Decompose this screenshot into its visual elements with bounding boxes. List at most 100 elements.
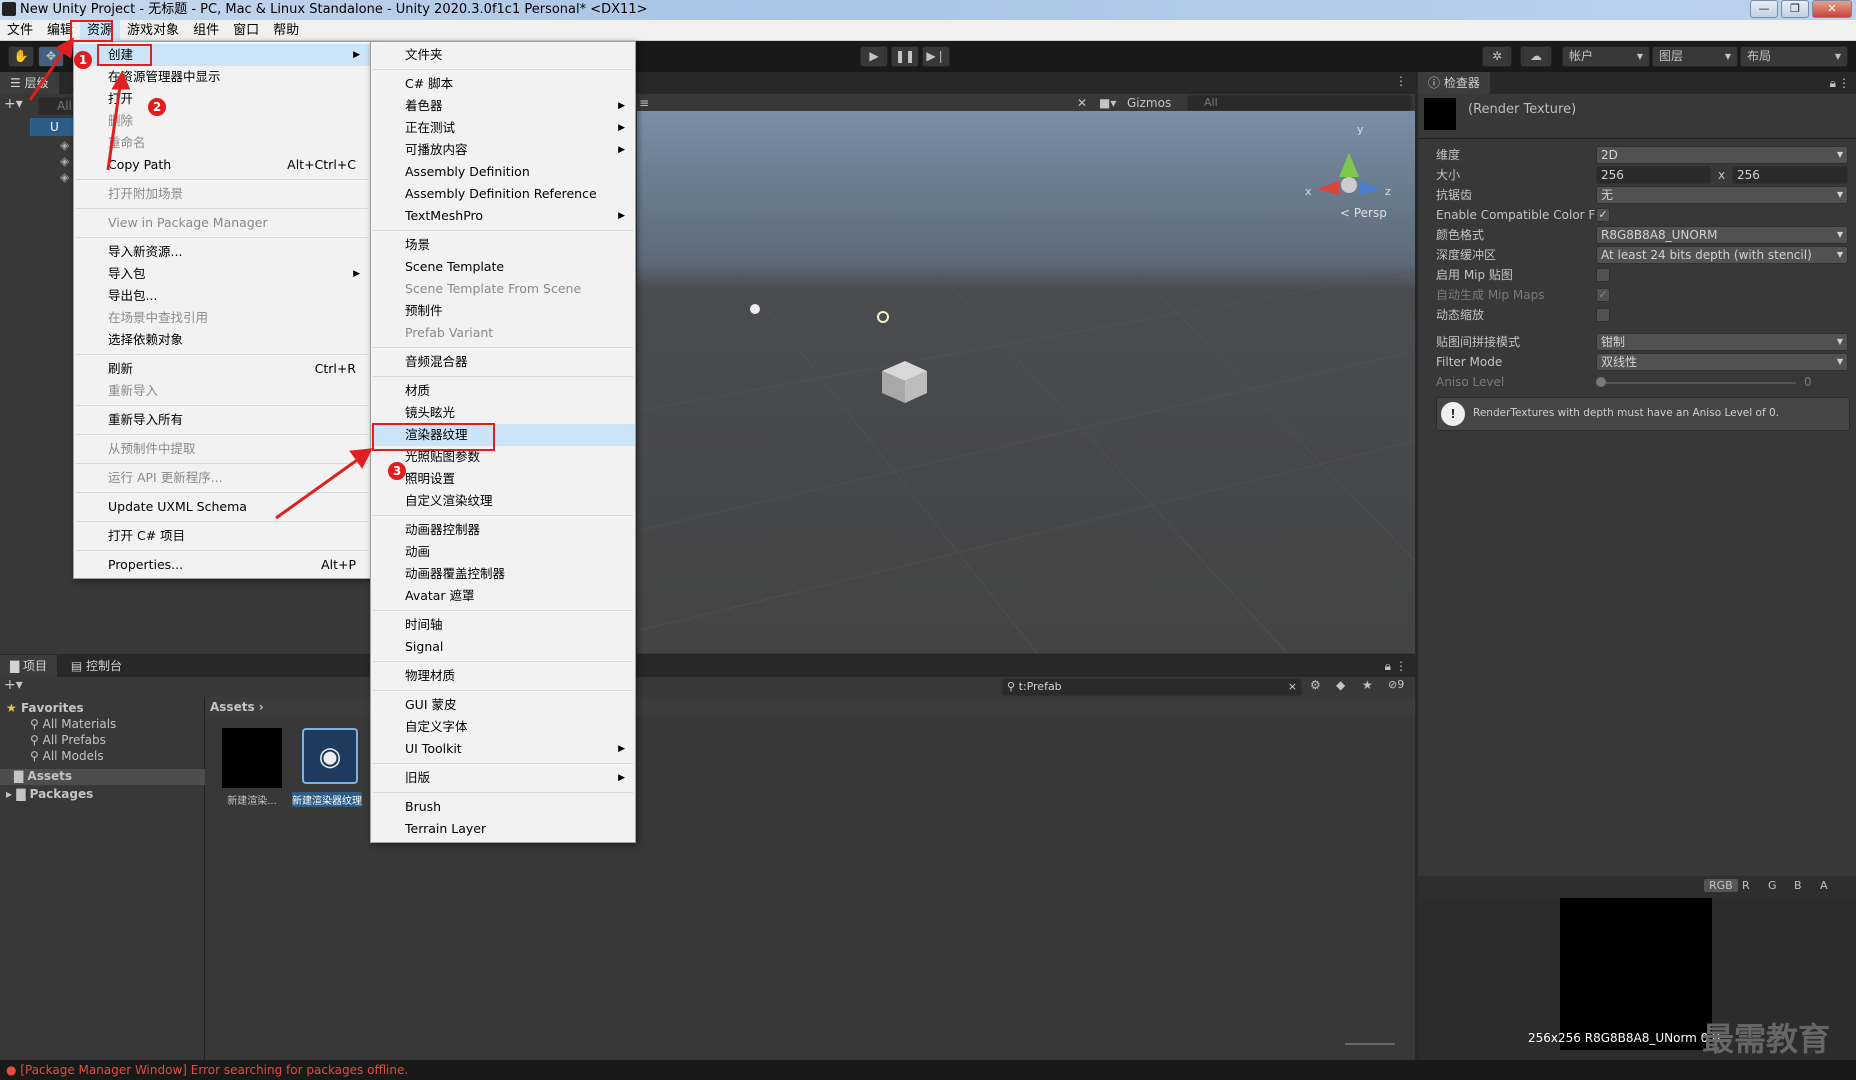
dimension-dropdown[interactable]: 2D ▼	[1596, 146, 1848, 164]
assets-menu-item-5[interactable]: Copy Path Alt+Ctrl+C	[74, 154, 370, 176]
create-menu-item-6[interactable]: Assembly Definition	[371, 161, 635, 183]
create-menu-item-18[interactable]: 材质	[371, 380, 635, 402]
star-icon[interactable]: ★	[1362, 678, 1373, 692]
fav-all-models[interactable]: ⚲ All Models	[30, 749, 104, 763]
create-menu-item-26[interactable]: 动画	[371, 541, 635, 563]
depth-dropdown[interactable]: At least 24 bits depth (with stencil) ▼	[1596, 246, 1848, 264]
create-menu-item-4[interactable]: 正在测试 ▶	[371, 117, 635, 139]
cloud-button[interactable]: ☁	[1520, 46, 1552, 67]
assets-menu-item-26[interactable]: Update UXML Schema	[74, 496, 370, 518]
assets-menu-item-11[interactable]: 导入新资源...	[74, 241, 370, 263]
pause-button[interactable]: ❚❚	[891, 46, 919, 67]
create-menu-item-35[interactable]: GUI 蒙皮	[371, 694, 635, 716]
minimize-button[interactable]: —	[1750, 0, 1778, 18]
assets-tree-row[interactable]: ▇ Assets	[0, 769, 205, 785]
render-texture-asset-icon[interactable]: ◉	[302, 728, 358, 784]
create-menu-item-0[interactable]: 文件夹	[371, 44, 635, 66]
collab-button[interactable]: ✲	[1482, 46, 1512, 67]
create-menu-item-36[interactable]: 自定义字体	[371, 716, 635, 738]
create-menu-item-39[interactable]: 旧版 ▶	[371, 767, 635, 789]
scene-search-input[interactable]: All	[1187, 95, 1412, 111]
hand-tool-button[interactable]: ✋	[8, 46, 34, 67]
create-menu-item-27[interactable]: 动画器覆盖控制器	[371, 563, 635, 585]
asset-thumbnail-render-texture[interactable]	[222, 728, 282, 788]
tab-console[interactable]: ▤ 控制台	[60, 655, 133, 677]
more-icon[interactable]: ⋮	[1395, 74, 1407, 88]
create-menu-item-13[interactable]: 预制件	[371, 300, 635, 322]
menu-help[interactable]: 帮助	[266, 20, 306, 41]
width-field[interactable]: 256	[1596, 166, 1711, 184]
compat-format-checkbox[interactable]: ✓	[1596, 208, 1610, 222]
create-menu-item-8[interactable]: TextMeshPro ▶	[371, 205, 635, 227]
create-menu-item-7[interactable]: Assembly Definition Reference	[371, 183, 635, 205]
filter-dropdown[interactable]: 双线性 ▼	[1596, 353, 1848, 371]
label-icon[interactable]: ◆	[1336, 678, 1345, 692]
assets-menu-item-28[interactable]: 打开 C# 项目	[74, 525, 370, 547]
height-field[interactable]: 256	[1732, 166, 1848, 184]
tab-hierarchy[interactable]: ☰ 层级	[0, 72, 59, 94]
search-by-type-icon[interactable]: ⚙	[1310, 678, 1321, 692]
favorites-row[interactable]: ★ Favorites	[6, 701, 84, 715]
fav-all-materials[interactable]: ⚲ All Materials	[30, 717, 116, 731]
lock-icon[interactable]: 🔒︎	[1385, 655, 1391, 677]
fx-dropdown[interactable]: ≡	[639, 94, 649, 112]
dynscale-checkbox[interactable]	[1596, 308, 1610, 322]
move-tool-button[interactable]: ✥	[38, 46, 64, 67]
channel-a[interactable]: A	[1820, 879, 1828, 892]
hidden-count[interactable]: ⊘9	[1388, 678, 1404, 691]
create-menu-item-19[interactable]: 镜头眩光	[371, 402, 635, 424]
color-format-dropdown[interactable]: R8G8B8A8_UNORM ▼	[1596, 226, 1848, 244]
layout-dropdown[interactable]: 布局 ▼	[1740, 46, 1848, 67]
assets-menu-item-2[interactable]: 打开	[74, 88, 370, 110]
create-menu-item-3[interactable]: 着色器 ▶	[371, 95, 635, 117]
assets-menu-item-13[interactable]: 导出包...	[74, 285, 370, 307]
clear-search-icon[interactable]: ×	[1288, 679, 1297, 695]
create-menu-item-5[interactable]: 可播放内容 ▶	[371, 139, 635, 161]
scene-viewport[interactable]: y x z < Persp	[637, 111, 1415, 653]
channel-b[interactable]: B	[1794, 879, 1802, 892]
menu-component[interactable]: 组件	[186, 20, 226, 41]
wrap-dropdown[interactable]: 钳制 ▼	[1596, 333, 1848, 351]
create-menu-item-41[interactable]: Brush	[371, 796, 635, 818]
gizmos-dropdown[interactable]: Gizmos	[1127, 94, 1171, 112]
assets-menu-item-1[interactable]: 在资源管理器中显示	[74, 66, 370, 88]
maximize-button[interactable]: ❐	[1781, 0, 1809, 18]
cube-object[interactable]	[882, 361, 927, 403]
create-menu-item-22[interactable]: 照明设置	[371, 468, 635, 490]
packages-tree-row[interactable]: ▸ ▇ Packages	[6, 787, 93, 801]
create-menu-item-2[interactable]: C# 脚本	[371, 73, 635, 95]
menu-window[interactable]: 窗口	[226, 20, 266, 41]
assets-menu-item-12[interactable]: 导入包 ▶	[74, 263, 370, 285]
channel-r[interactable]: R	[1742, 879, 1750, 892]
create-button[interactable]: +▾	[4, 677, 23, 693]
create-menu-item-25[interactable]: 动画器控制器	[371, 519, 635, 541]
add-button[interactable]: +▾	[4, 96, 34, 114]
channel-g[interactable]: G	[1768, 879, 1777, 892]
create-menu-item-42[interactable]: Terrain Layer	[371, 818, 635, 840]
tab-inspector[interactable]: ⓘ 检查器	[1418, 72, 1490, 94]
zoom-slider[interactable]	[1345, 1043, 1395, 1045]
create-menu-item-28[interactable]: Avatar 遮罩	[371, 585, 635, 607]
assets-menu-item-15[interactable]: 选择依赖对象	[74, 329, 370, 351]
tab-project[interactable]: ▇ 项目	[0, 655, 58, 677]
tools-icon[interactable]: ✕	[1077, 94, 1087, 112]
layers-dropdown[interactable]: 图层 ▼	[1652, 46, 1738, 67]
scene-gizmo[interactable]	[1317, 153, 1381, 195]
step-button[interactable]: ▶❘	[922, 46, 950, 67]
antialias-dropdown[interactable]: 无 ▼	[1596, 186, 1848, 204]
fav-all-prefabs[interactable]: ⚲ All Prefabs	[30, 733, 106, 747]
mip-checkbox[interactable]	[1596, 268, 1610, 282]
create-menu-item-30[interactable]: 时间轴	[371, 614, 635, 636]
more-icon[interactable]: ⋮	[1838, 72, 1850, 94]
camera-icon[interactable]: ■▾	[1099, 94, 1116, 112]
assets-menu-item-30[interactable]: Properties... Alt+P	[74, 554, 370, 576]
more-icon[interactable]: ⋮	[1395, 655, 1407, 677]
create-menu-item-31[interactable]: Signal	[371, 636, 635, 658]
lock-icon[interactable]: 🔒︎	[1830, 72, 1836, 94]
camera-object-icon[interactable]	[750, 304, 760, 314]
project-search-input[interactable]: ⚲ t:Prefab ×	[1002, 678, 1302, 696]
create-menu-item-33[interactable]: 物理材质	[371, 665, 635, 687]
account-dropdown[interactable]: 帐户 ▼	[1562, 46, 1650, 67]
create-menu-item-16[interactable]: 音频混合器	[371, 351, 635, 373]
play-button[interactable]: ▶	[860, 46, 888, 67]
